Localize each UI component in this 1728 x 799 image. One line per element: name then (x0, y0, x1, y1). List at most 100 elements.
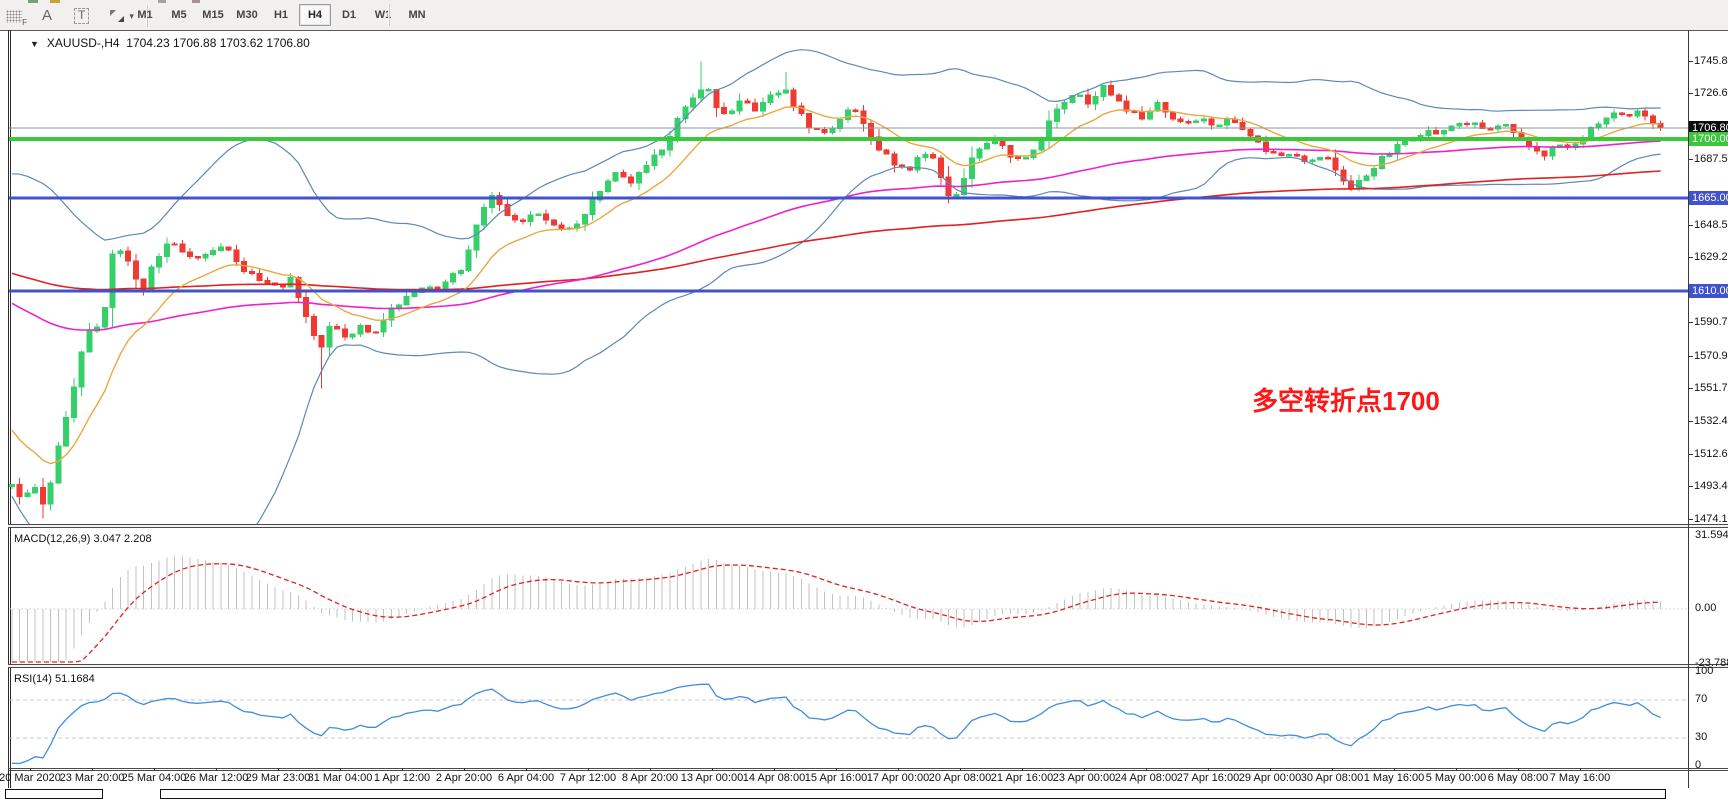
timeframe-button-D1[interactable]: D1 (333, 4, 365, 26)
candle-body (1225, 119, 1230, 125)
symbol-collapse-icon[interactable]: ▼ (30, 39, 39, 49)
candle-body (969, 158, 974, 178)
price-tick-mark (1689, 486, 1693, 487)
bottom-window-edge-right[interactable] (160, 789, 1666, 799)
candle-body (118, 251, 123, 254)
candle-body (1294, 155, 1299, 156)
bollinger-upper-band (12, 50, 1661, 240)
candle-body (845, 110, 850, 120)
candle-body (722, 108, 727, 114)
time-label: 27 Apr 16:00 (1177, 772, 1239, 784)
rsi-panel-canvas[interactable] (9, 668, 1688, 768)
bollinger-lower-band (12, 154, 1661, 525)
candle-body (1457, 123, 1462, 126)
candle-body (1248, 129, 1253, 136)
candle-body (157, 257, 162, 268)
time-axis[interactable]: 20 Mar 202023 Mar 20:0025 Mar 04:0026 Ma… (8, 769, 1688, 788)
crosshair-grid-icon[interactable]: F (6, 10, 22, 23)
timeframe-button-H4[interactable]: H4 (299, 4, 331, 26)
timeframe-button-MN[interactable]: MN (401, 4, 433, 26)
candle-body (428, 287, 433, 288)
candle-body (1186, 122, 1191, 123)
candle-body (1441, 131, 1446, 135)
candle-body (33, 488, 38, 493)
candle-body (172, 244, 177, 245)
time-tick-mark (526, 768, 527, 771)
candle-body (102, 308, 107, 327)
candle-body (830, 128, 835, 132)
candle-body (838, 120, 843, 129)
candle-body (1333, 158, 1338, 170)
candle-body (149, 267, 154, 289)
candle-body (64, 418, 69, 447)
candle-body (791, 90, 796, 106)
candle-body (211, 251, 216, 255)
candle-body (513, 216, 518, 220)
price-tick-mark (1689, 61, 1693, 62)
candle-body (1472, 123, 1477, 125)
macd-panel-canvas[interactable] (9, 528, 1688, 665)
time-tick-mark (650, 768, 651, 771)
timeframe-button-W1[interactable]: W1 (367, 4, 399, 26)
candle-body (985, 143, 990, 149)
time-label: 31 Mar 04:00 (308, 772, 373, 784)
text-label-icon[interactable]: A (42, 6, 52, 26)
time-tick-mark (1518, 768, 1519, 771)
candle-body (768, 95, 773, 102)
candle-body (1372, 168, 1377, 175)
candle-body (249, 272, 254, 274)
candle-body (575, 224, 580, 228)
candle-body (404, 296, 409, 305)
candle-body (1240, 122, 1245, 129)
timeframe-button-M30[interactable]: M30 (231, 4, 263, 26)
time-label: 7 Apr 12:00 (560, 772, 616, 784)
candle-body (1047, 121, 1052, 139)
time-tick-mark (1084, 768, 1085, 771)
candle-body (729, 111, 734, 114)
candle-body (745, 101, 750, 103)
candle-body (10, 485, 15, 487)
candle-body (358, 325, 363, 334)
candle-body (203, 254, 208, 258)
candle-body (48, 483, 53, 504)
clipped-toolbar-icon (192, 0, 200, 3)
annotation-text[interactable]: 多空转折点1700 (1252, 381, 1440, 418)
candle-body (133, 261, 138, 279)
candle-body (1325, 158, 1330, 159)
time-label: 25 Mar 04:00 (122, 772, 187, 784)
candle-body (257, 273, 262, 280)
candle-body (350, 334, 355, 337)
time-tick-mark (1146, 768, 1147, 771)
text-box-icon[interactable]: T (74, 8, 89, 24)
main-chart-canvas[interactable] (9, 30, 1688, 525)
timeframe-button-H1[interactable]: H1 (265, 4, 297, 26)
candle-body (79, 352, 84, 387)
timeframe-button-M1[interactable]: M1 (129, 4, 161, 26)
candle-body (381, 320, 386, 332)
candle-body (652, 155, 657, 166)
candle-body (141, 279, 146, 289)
hline-1700-badge: 1700.00 (1689, 132, 1728, 146)
candle-body (737, 101, 742, 111)
time-label: 17 Apr 00:00 (867, 772, 929, 784)
candle-body (1635, 111, 1640, 116)
candle-body (342, 329, 347, 337)
rsi-scale-label: 100 (1695, 665, 1713, 677)
price-axis[interactable]: 1745.851726.601687.551648.501629.251590.… (1688, 30, 1728, 788)
time-tick-mark (1208, 768, 1209, 771)
candle-body (288, 277, 293, 287)
candle-body (180, 244, 185, 252)
time-label: 23 Mar 20:00 (60, 772, 125, 784)
time-label: 24 Apr 08:00 (1115, 772, 1177, 784)
candle-body (1085, 95, 1090, 104)
arrow-style-icon[interactable] (109, 9, 125, 23)
timeframe-button-M5[interactable]: M5 (163, 4, 195, 26)
candle-body (1488, 129, 1493, 130)
candle-body (195, 257, 200, 259)
macd-scale-label: 0.00 (1695, 602, 1716, 614)
timeframe-button-M15[interactable]: M15 (197, 4, 229, 26)
price-tick-mark (1689, 454, 1693, 455)
candle-body (884, 150, 889, 154)
time-tick-mark (712, 768, 713, 771)
bottom-window-edge-left[interactable] (5, 789, 103, 799)
